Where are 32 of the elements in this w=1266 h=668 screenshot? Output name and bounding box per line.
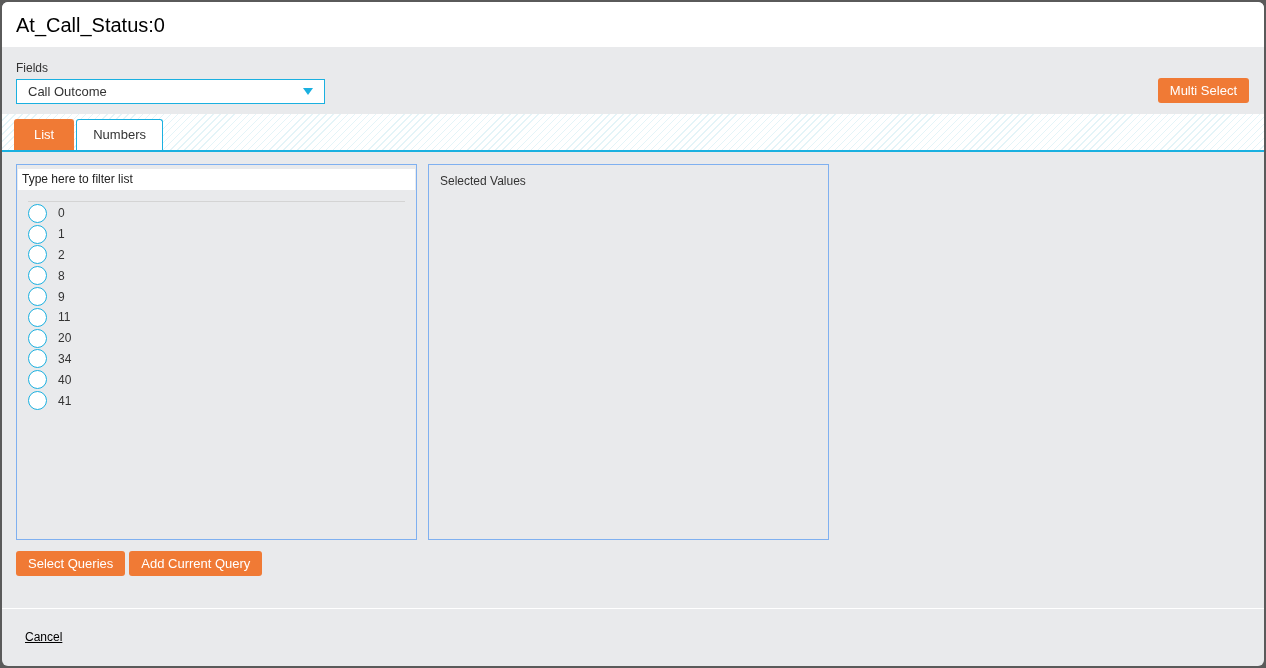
radio-button[interactable] bbox=[28, 307, 47, 327]
cancel-link[interactable]: Cancel bbox=[25, 627, 63, 646]
filter-field[interactable]: Type here to filter list bbox=[18, 168, 415, 190]
option-label: 11 bbox=[58, 309, 71, 327]
option-label: 34 bbox=[58, 350, 72, 368]
option-label: 40 bbox=[58, 371, 72, 389]
fields-dropdown[interactable]: Call Outcome bbox=[16, 79, 325, 104]
radio-button[interactable] bbox=[28, 266, 47, 286]
action-button[interactable]: Select Queries bbox=[16, 551, 126, 576]
field-label: Fields bbox=[16, 60, 49, 77]
action-button[interactable]: Add Current Query bbox=[129, 551, 263, 576]
radio-button[interactable] bbox=[28, 349, 47, 369]
tab[interactable]: List bbox=[14, 119, 75, 150]
caret-icon bbox=[303, 88, 313, 95]
option-label: 2 bbox=[58, 247, 65, 264]
dialog-title: At_Call_Status:0 bbox=[16, 12, 165, 39]
radio-button[interactable] bbox=[28, 328, 47, 348]
option-label: 41 bbox=[58, 392, 72, 410]
radio-button[interactable] bbox=[28, 203, 47, 223]
radio-button[interactable] bbox=[28, 391, 47, 411]
option-label: 9 bbox=[58, 288, 65, 306]
option-label: 20 bbox=[58, 330, 72, 348]
multi-select-button[interactable]: Multi Select bbox=[1157, 78, 1249, 103]
option-label: 8 bbox=[58, 267, 65, 285]
radio-button[interactable] bbox=[28, 370, 47, 390]
tab[interactable]: Numbers bbox=[76, 119, 163, 150]
radio-button[interactable] bbox=[28, 224, 47, 244]
radio-button[interactable] bbox=[28, 245, 47, 265]
option-label: 1 bbox=[58, 226, 65, 244]
option-label: 0 bbox=[58, 205, 65, 223]
radio-button[interactable] bbox=[28, 287, 47, 307]
panel-title: Selected Values bbox=[440, 174, 526, 188]
